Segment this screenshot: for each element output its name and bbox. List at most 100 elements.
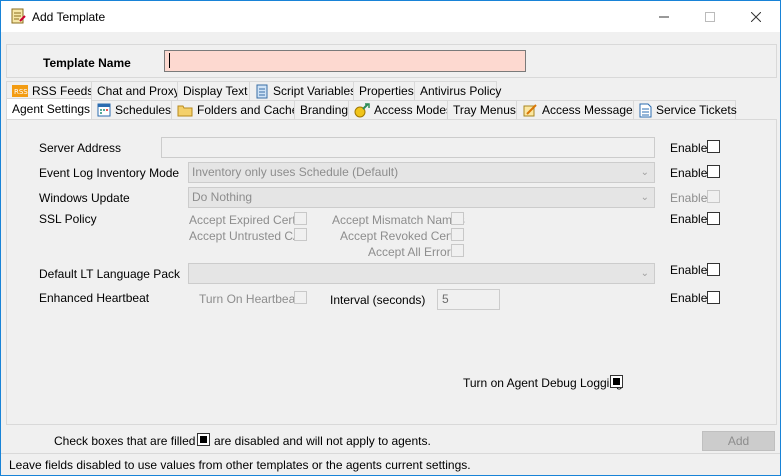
add-template-window: Add Template Template Name RSS RSS Feeds…: [0, 0, 781, 476]
tab-branding[interactable]: Branding: [294, 100, 349, 119]
tab-properties[interactable]: Properties: [353, 81, 415, 100]
interval-value: 5: [442, 292, 449, 306]
enable-label: Enable: [670, 212, 708, 226]
accept-untrusted-ca-checkbox[interactable]: [294, 228, 307, 241]
accept-mismatch-names-checkbox[interactable]: [451, 212, 464, 225]
enable-label: Enable: [670, 191, 708, 205]
maximize-button[interactable]: [687, 1, 733, 32]
template-name-bar: Template Name: [6, 44, 777, 78]
tab-label: RSS Feeds: [32, 84, 94, 98]
enable-label: Enable: [670, 141, 708, 155]
tab-label: Chat and Proxy: [97, 84, 180, 98]
close-button[interactable]: [733, 1, 779, 32]
tab-label: Tray Menus: [453, 103, 516, 117]
event-log-value: Inventory only uses Schedule (Default): [192, 165, 399, 179]
tab-row-2: Agent Settings Schedules Folders and Cac…: [6, 98, 737, 119]
enable-label: Enable: [670, 166, 708, 180]
debug-logging-label: Turn on Agent Debug Logging: [463, 376, 623, 390]
close-icon: [751, 11, 761, 22]
event-log-select[interactable]: Inventory only uses Schedule (Default) ⌄: [188, 162, 655, 183]
turn-on-heartbeat-label: Turn On Heartbeat: [199, 292, 299, 306]
enable-label: Enable: [670, 291, 708, 305]
calendar-icon: [97, 103, 111, 118]
interval-label: Interval (seconds): [330, 293, 426, 307]
filled-checkbox-legend: [197, 433, 210, 446]
enable-checkbox-ssl-policy[interactable]: [707, 212, 720, 225]
enable-checkbox-server-address[interactable]: [707, 140, 720, 153]
window-title: Add Template: [32, 10, 106, 24]
interval-input[interactable]: 5: [437, 289, 500, 310]
enable-label: Enable: [670, 263, 708, 277]
script-icon: [255, 84, 269, 99]
status-bar: Leave fields disabled to use values from…: [1, 453, 780, 475]
tab-access-modes[interactable]: Access Modes: [348, 100, 452, 119]
tab-chat-and-proxy[interactable]: Chat and Proxy: [91, 81, 180, 100]
folder-icon: [177, 103, 193, 118]
accept-all-errors-label: Accept All Errors: [368, 245, 457, 259]
tab-label: Schedules: [115, 103, 172, 117]
server-address-label: Server Address: [39, 141, 122, 155]
tab-label: Script Variables: [273, 84, 357, 98]
footer-note-part1: Check boxes that are filled in: [54, 434, 209, 448]
debug-logging-checkbox[interactable]: [610, 375, 623, 388]
tab-label: Antivirus Policy: [420, 84, 502, 98]
template-name-label: Template Name: [43, 56, 131, 70]
tab-label: Access Messages: [542, 103, 639, 117]
title-bar: Add Template: [1, 1, 780, 32]
access-icon: [354, 102, 370, 118]
template-name-input[interactable]: [164, 50, 526, 72]
tab-label: Access Modes: [374, 103, 453, 117]
turn-on-heartbeat-checkbox[interactable]: [294, 291, 307, 304]
maximize-icon: [705, 11, 715, 22]
accept-revoked-certs-label: Accept Revoked Certs: [340, 229, 460, 243]
tab-service-tickets[interactable]: Service Tickets: [633, 100, 737, 119]
add-button[interactable]: Add: [702, 431, 775, 451]
enable-checkbox-windows-update[interactable]: [707, 190, 720, 203]
accept-expired-certs-label: Accept Expired Certs: [189, 213, 302, 227]
tab-antivirus-policy[interactable]: Antivirus Policy: [414, 81, 501, 100]
accept-revoked-certs-checkbox[interactable]: [451, 228, 464, 241]
event-log-label: Event Log Inventory Mode: [39, 166, 180, 180]
tab-access-messages[interactable]: Access Messages: [516, 100, 639, 119]
tab-label: Properties: [359, 84, 414, 98]
windows-update-value: Do Nothing: [192, 190, 253, 204]
enable-checkbox-event-log[interactable]: [707, 165, 720, 178]
tab-label: Display Text: [183, 84, 248, 98]
svg-text:RSS: RSS: [14, 88, 28, 96]
accept-expired-certs-checkbox[interactable]: [294, 212, 307, 225]
enhanced-heartbeat-label: Enhanced Heartbeat: [39, 291, 150, 305]
tab-tray-menus[interactable]: Tray Menus: [447, 100, 517, 119]
accept-untrusted-ca-label: Accept Untrusted CA: [189, 229, 302, 243]
chevron-down-icon: ⌄: [640, 167, 649, 178]
windows-update-label: Windows Update: [39, 191, 130, 205]
chevron-down-icon: ⌄: [640, 268, 649, 279]
language-pack-select[interactable]: ⌄: [188, 263, 655, 284]
accept-all-errors-checkbox[interactable]: [451, 244, 464, 257]
message-icon: [522, 103, 538, 118]
ticket-icon: [639, 103, 652, 118]
accept-mismatch-names-label: Accept Mismatch Names: [332, 213, 465, 227]
server-address-input[interactable]: [161, 137, 655, 158]
tab-label: Agent Settings: [12, 102, 91, 116]
enable-checkbox-language-pack[interactable]: [707, 263, 720, 276]
tab-script-variables[interactable]: Script Variables: [249, 81, 357, 100]
minimize-icon: [659, 16, 669, 17]
rss-icon: RSS: [12, 84, 28, 99]
tab-label: Service Tickets: [656, 103, 737, 117]
status-text: Leave fields disabled to use values from…: [9, 458, 471, 472]
chevron-down-icon: ⌄: [640, 192, 649, 203]
text-caret: [169, 53, 170, 68]
minimize-button[interactable]: [641, 1, 687, 32]
tab-display-text[interactable]: Display Text: [177, 81, 250, 100]
template-app-icon: [11, 8, 26, 24]
tab-label: Branding: [300, 103, 349, 117]
tab-label: Folders and Cache: [197, 103, 299, 117]
footer-note-part2: are disabled and will not apply to agent…: [214, 434, 431, 448]
language-pack-label: Default LT Language Pack: [39, 267, 180, 281]
ssl-policy-label: SSL Policy: [39, 212, 97, 226]
windows-update-select[interactable]: Do Nothing ⌄: [188, 187, 655, 208]
enable-checkbox-heartbeat[interactable]: [707, 291, 720, 304]
tab-folders-and-cache[interactable]: Folders and Cache: [171, 100, 299, 119]
tab-agent-settings[interactable]: Agent Settings: [6, 98, 92, 119]
tab-schedules[interactable]: Schedules: [91, 100, 172, 119]
